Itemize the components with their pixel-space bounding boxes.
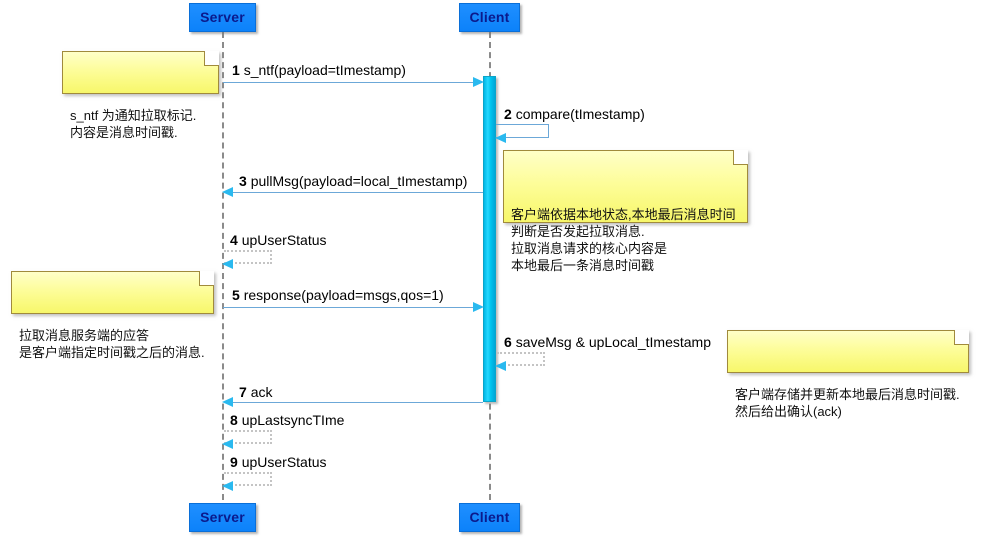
message-5-arrowhead-icon — [473, 302, 484, 312]
message-5-seq: 5 — [232, 287, 240, 303]
message-8-text: upLastsyncTIme — [241, 412, 345, 428]
message-1-arrowhead-icon — [473, 77, 484, 87]
message-5-line — [223, 307, 479, 308]
message-3-seq: 3 — [239, 173, 247, 189]
message-7-seq: 7 — [239, 384, 247, 400]
note-client-save-text: 客户端存储并更新本地最后消息时间戳. 然后给出确认(ack) — [735, 387, 960, 419]
message-2-label: 2 compare(tImestamp) — [504, 106, 645, 122]
message-7-label: 7 ack — [239, 384, 272, 400]
note-client-compare: 客户端依据本地状态,本地最后消息时间 判断是否发起拉取消息. 拉取消息请求的核心… — [503, 150, 748, 273]
note-fold-icon — [733, 150, 748, 165]
participant-footer-client-label: Client — [469, 509, 510, 525]
message-4-label: 4 upUserStatus — [230, 232, 327, 248]
message-3-arrowhead-icon — [222, 187, 233, 197]
note-fold-icon — [204, 51, 219, 66]
message-6-label: 6 saveMsg & upLocal_tImestamp — [504, 334, 711, 350]
message-7-line — [232, 402, 483, 403]
message-4-text: upUserStatus — [241, 232, 327, 248]
note-client-compare-text: 客户端依据本地状态,本地最后消息时间 判断是否发起拉取消息. 拉取消息请求的核心… — [511, 207, 736, 273]
message-9-arrowhead-icon — [222, 481, 233, 491]
message-4-seq: 4 — [230, 232, 238, 248]
message-5-text: response(payload=msgs,qos=1) — [243, 287, 444, 303]
message-6-text: saveMsg & upLocal_tImestamp — [515, 334, 712, 350]
message-8-label: 8 upLastsyncTIme — [230, 412, 344, 428]
note-fold-icon — [954, 330, 969, 345]
message-1-seq: 1 — [232, 62, 240, 78]
note-fold-icon — [199, 271, 214, 286]
note-client-save: 客户端存储并更新本地最后消息时间戳. 然后给出确认(ack) — [727, 330, 969, 419]
activation-bar-client — [483, 76, 496, 402]
participant-header-client[interactable]: Client — [459, 3, 520, 32]
message-5-label: 5 response(payload=msgs,qos=1) — [232, 287, 444, 303]
message-8-arrowhead-icon — [222, 439, 233, 449]
message-9-text: upUserStatus — [241, 454, 327, 470]
message-9-seq: 9 — [230, 454, 238, 470]
participant-header-client-label: Client — [469, 9, 510, 25]
participant-header-server-label: Server — [200, 9, 245, 25]
message-6-seq: 6 — [504, 334, 512, 350]
note-s-ntf-text: s_ntf 为通知拉取标记. 内容是消息时间戳. — [70, 108, 197, 140]
message-1-text: s_ntf(payload=tImestamp) — [243, 62, 406, 78]
message-3-line — [232, 192, 483, 193]
message-2-seq: 2 — [504, 106, 512, 122]
message-2-text: compare(tImestamp) — [515, 106, 645, 122]
message-1-label: 1 s_ntf(payload=tImestamp) — [232, 62, 406, 78]
message-3-text: pullMsg(payload=local_tImestamp) — [250, 173, 468, 189]
message-1-line — [223, 82, 479, 83]
note-server-response: 拉取消息服务端的应答 是客户端指定时间戳之后的消息. — [11, 271, 214, 360]
participant-footer-server[interactable]: Server — [189, 503, 256, 532]
message-6-arrowhead-icon — [495, 361, 506, 371]
participant-footer-server-label: Server — [200, 509, 245, 525]
note-server-response-text: 拉取消息服务端的应答 是客户端指定时间戳之后的消息. — [19, 328, 205, 360]
participant-header-server[interactable]: Server — [189, 3, 256, 32]
message-2-arrowhead-icon — [495, 133, 506, 143]
message-7-arrowhead-icon — [222, 397, 233, 407]
sequence-diagram-canvas: Server Client Server Client 1 s_ntf(payl… — [0, 0, 987, 543]
participant-footer-client[interactable]: Client — [459, 503, 520, 532]
message-3-label: 3 pullMsg(payload=local_tImestamp) — [239, 173, 467, 189]
message-7-text: ack — [250, 384, 273, 400]
message-9-label: 9 upUserStatus — [230, 454, 327, 470]
message-8-seq: 8 — [230, 412, 238, 428]
note-s-ntf: s_ntf 为通知拉取标记. 内容是消息时间戳. — [62, 51, 219, 140]
message-4-arrowhead-icon — [222, 259, 233, 269]
